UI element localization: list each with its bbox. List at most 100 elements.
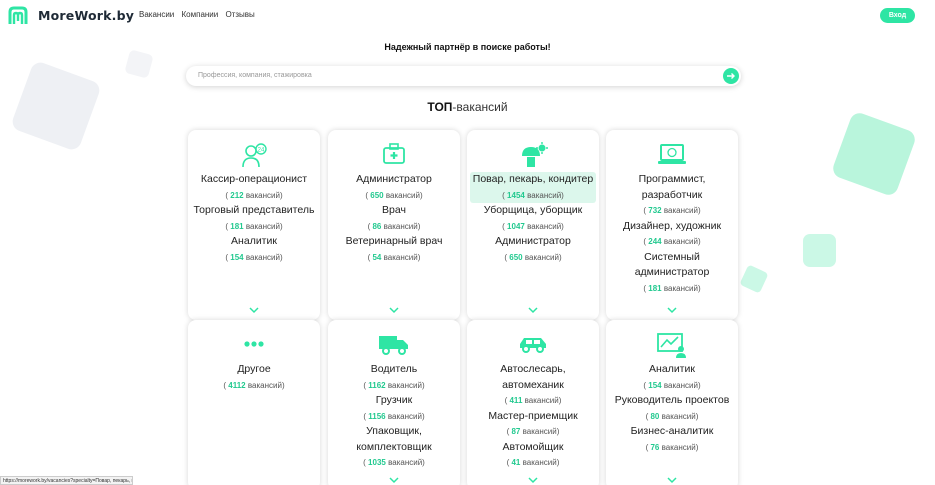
chevron-down-icon[interactable] bbox=[528, 306, 538, 314]
vacancy-count-number: 212 bbox=[230, 190, 244, 200]
login-button[interactable]: Вход bbox=[880, 8, 915, 23]
vacancy-name: Другое bbox=[237, 363, 271, 375]
vacancy-link[interactable]: Дизайнер, художник ( 244 вакансий) bbox=[606, 219, 738, 250]
chevron-down-icon[interactable] bbox=[389, 306, 399, 314]
vacancy-count-number: 80 bbox=[650, 411, 660, 421]
vacancy-count: ( 86 вакансий) bbox=[367, 221, 421, 231]
search-input[interactable]: Профессия, компания, стажировка bbox=[198, 66, 698, 86]
category-card[interactable]: Программист, разработчик ( 732 вакансий) Д… bbox=[606, 130, 738, 320]
vacancy-count-number: 154 bbox=[648, 380, 662, 390]
vacancy-link[interactable]: Администратор ( 650 вакансий) bbox=[328, 172, 460, 203]
vacancy-count: ( 4112 вакансий) bbox=[223, 380, 285, 390]
vacancy-name: Администратор bbox=[495, 235, 571, 247]
vacancy-link[interactable]: Аналитик ( 154 вакансий) bbox=[188, 234, 320, 265]
category-card[interactable]: Аналитик ( 154 вакансий) Руководитель прое… bbox=[606, 320, 738, 485]
vacancy-link[interactable]: Уборщица, уборщик ( 1047 вакансий) bbox=[467, 203, 599, 234]
vacancy-count-number: 4112 bbox=[228, 380, 246, 390]
vacancy-link[interactable]: Бизнес-аналитик ( 76 вакансий) bbox=[606, 424, 738, 455]
vacancy-count-suffix: вакансий bbox=[383, 252, 418, 262]
vacancy-link[interactable]: Торговый представитель ( 181 вакансий) bbox=[188, 203, 320, 234]
vacancy-name: Повар, пекарь, кондитер bbox=[472, 173, 594, 185]
card-vacancy-list: Администратор ( 650 вакансий) Врач ( 86 вак… bbox=[328, 172, 460, 265]
vacancy-link[interactable]: Руководитель проектов ( 80 вакансий) bbox=[606, 393, 738, 424]
vacancy-name: Уборщица, уборщик bbox=[483, 204, 583, 216]
vacancy-name: Врач bbox=[382, 204, 406, 216]
nav-companies[interactable]: Компании bbox=[182, 10, 219, 19]
vacancy-count-number: 732 bbox=[648, 206, 662, 215]
category-card[interactable]: Администратор ( 650 вакансий) Врач ( 86 вак… bbox=[328, 130, 460, 320]
search-submit-button[interactable] bbox=[723, 68, 739, 84]
vacancy-count-suffix: вакансий bbox=[245, 221, 280, 231]
vacancy-count: ( 650 вакансий) bbox=[365, 190, 423, 200]
vacancy-count: ( 212 вакансий) bbox=[225, 190, 283, 200]
vacancy-link[interactable]: Администратор ( 650 вакансий) bbox=[467, 234, 599, 265]
vacancy-count: ( 1047 вакансий) bbox=[502, 221, 564, 231]
top-title-rest: -вакансий bbox=[452, 100, 508, 114]
vacancy-link[interactable]: Кассир-операционист ( 212 вакансий) bbox=[188, 172, 320, 203]
vacancy-link[interactable]: Водитель ( 1162 вакансий) bbox=[328, 362, 460, 393]
vacancy-count-number: 1162 bbox=[368, 380, 386, 390]
vacancy-count-suffix: вакансий bbox=[385, 190, 420, 200]
vacancy-count-suffix: вакансий bbox=[663, 283, 698, 293]
chevron-down-icon[interactable] bbox=[667, 306, 677, 314]
vacancy-count-number: 650 bbox=[370, 190, 384, 200]
vacancy-name: Программист, разработчик bbox=[638, 173, 706, 201]
vacancy-count-number: 181 bbox=[648, 283, 662, 293]
logo-icon[interactable] bbox=[7, 5, 29, 27]
chevron-down-icon[interactable] bbox=[249, 306, 259, 314]
vacancy-count-number: 1454 bbox=[507, 190, 525, 200]
vacancy-name: Водитель bbox=[370, 363, 418, 375]
vacancy-link[interactable]: Автомойщик ( 41 вакансий) bbox=[467, 440, 599, 471]
nav-vacancies[interactable]: Вакансии bbox=[139, 10, 174, 19]
vacancy-link[interactable]: Грузчик ( 1156 вакансий) bbox=[328, 393, 460, 424]
vacancy-count-suffix: вакансий bbox=[663, 380, 698, 390]
vacancy-count-number: 76 bbox=[650, 442, 660, 452]
vacancy-link[interactable]: Автослесарь, автомеханик ( 411 вакансий) bbox=[467, 362, 599, 409]
vacancy-count: ( 54 вакансий) bbox=[367, 252, 421, 262]
category-card[interactable]: Водитель ( 1162 вакансий) Грузчик ( 1156 ва… bbox=[328, 320, 460, 485]
vacancy-name: Торговый представитель bbox=[193, 204, 315, 216]
vacancy-link[interactable]: Системный администратор ( 181 вакансий) bbox=[606, 250, 738, 297]
truck-icon bbox=[379, 336, 408, 355]
vacancy-link[interactable]: Врач ( 86 вакансий) bbox=[328, 203, 460, 234]
vacancy-link[interactable]: Аналитик ( 154 вакансий) bbox=[606, 362, 738, 393]
vacancy-count-suffix: вакансий bbox=[387, 380, 422, 390]
logo-text[interactable]: MoreWork.by bbox=[38, 8, 134, 23]
card-vacancy-list: Другое ( 4112 вакансий) bbox=[188, 362, 320, 393]
vacancy-link[interactable]: Программист, разработчик ( 732 вакансий) bbox=[606, 172, 738, 219]
vacancy-count-number: 1156 bbox=[368, 411, 386, 421]
category-card[interactable]: Повар, пекарь, кондитер ( 1454 вакансий) У… bbox=[467, 130, 599, 320]
vacancy-count-number: 54 bbox=[372, 252, 382, 262]
chevron-down-icon[interactable] bbox=[667, 476, 677, 484]
vacancy-count-suffix: вакансий bbox=[663, 237, 698, 246]
vacancy-name: Грузчик bbox=[375, 394, 413, 406]
card-vacancy-list: Водитель ( 1162 вакансий) Грузчик ( 1156 ва… bbox=[328, 362, 460, 471]
vacancy-link[interactable]: Упаковщик, комплектовщик ( 1035 вакансий) bbox=[328, 424, 460, 471]
vacancy-count-number: 87 bbox=[511, 427, 521, 436]
main-nav: Вакансии Компании Отзывы bbox=[139, 10, 260, 19]
vacancy-link[interactable]: Другое ( 4112 вакансий) bbox=[188, 362, 320, 393]
vacancy-name: Бизнес-аналитик bbox=[630, 425, 714, 437]
top-title-bold: ТОП bbox=[427, 100, 453, 114]
card-vacancy-list: Аналитик ( 154 вакансий) Руководитель прое… bbox=[606, 362, 738, 455]
vacancy-name: Автомойщик bbox=[502, 440, 564, 453]
chevron-down-icon[interactable] bbox=[528, 476, 538, 484]
svg-text:24: 24 bbox=[258, 148, 265, 154]
vacancy-link[interactable]: Ветеринарный врач ( 54 вакансий) bbox=[328, 234, 460, 265]
vacancy-link[interactable]: Повар, пекарь, кондитер ( 1454 вакансий) bbox=[470, 172, 596, 203]
top-vacancies-title: ТОП-вакансий bbox=[0, 100, 935, 114]
card-vacancy-list: Кассир-операционист ( 212 вакансий) Торгов… bbox=[188, 172, 320, 265]
vacancy-count: ( 154 вакансий) bbox=[643, 380, 701, 390]
vacancy-count-number: 41 bbox=[511, 458, 521, 467]
decor-square bbox=[124, 49, 154, 79]
nav-reviews[interactable]: Отзывы bbox=[225, 10, 254, 19]
vacancy-count: ( 76 вакансий) bbox=[645, 442, 699, 452]
chevron-down-icon[interactable] bbox=[389, 476, 399, 484]
vacancy-name: Ветеринарный врач bbox=[345, 235, 443, 247]
tagline: Надежный партнёр в поиске работы! bbox=[384, 42, 551, 52]
category-card[interactable]: Другое ( 4112 вакансий) bbox=[188, 320, 320, 485]
vacancy-count: ( 87 вакансий) bbox=[506, 427, 560, 436]
category-card[interactable]: 24 Кассир-операционист ( 212 вакансий) Торг… bbox=[188, 130, 320, 320]
vacancy-link[interactable]: Мастер-приемщик ( 87 вакансий) bbox=[467, 409, 599, 440]
category-card[interactable]: Автослесарь, автомеханик ( 411 вакансий) М… bbox=[467, 320, 599, 485]
